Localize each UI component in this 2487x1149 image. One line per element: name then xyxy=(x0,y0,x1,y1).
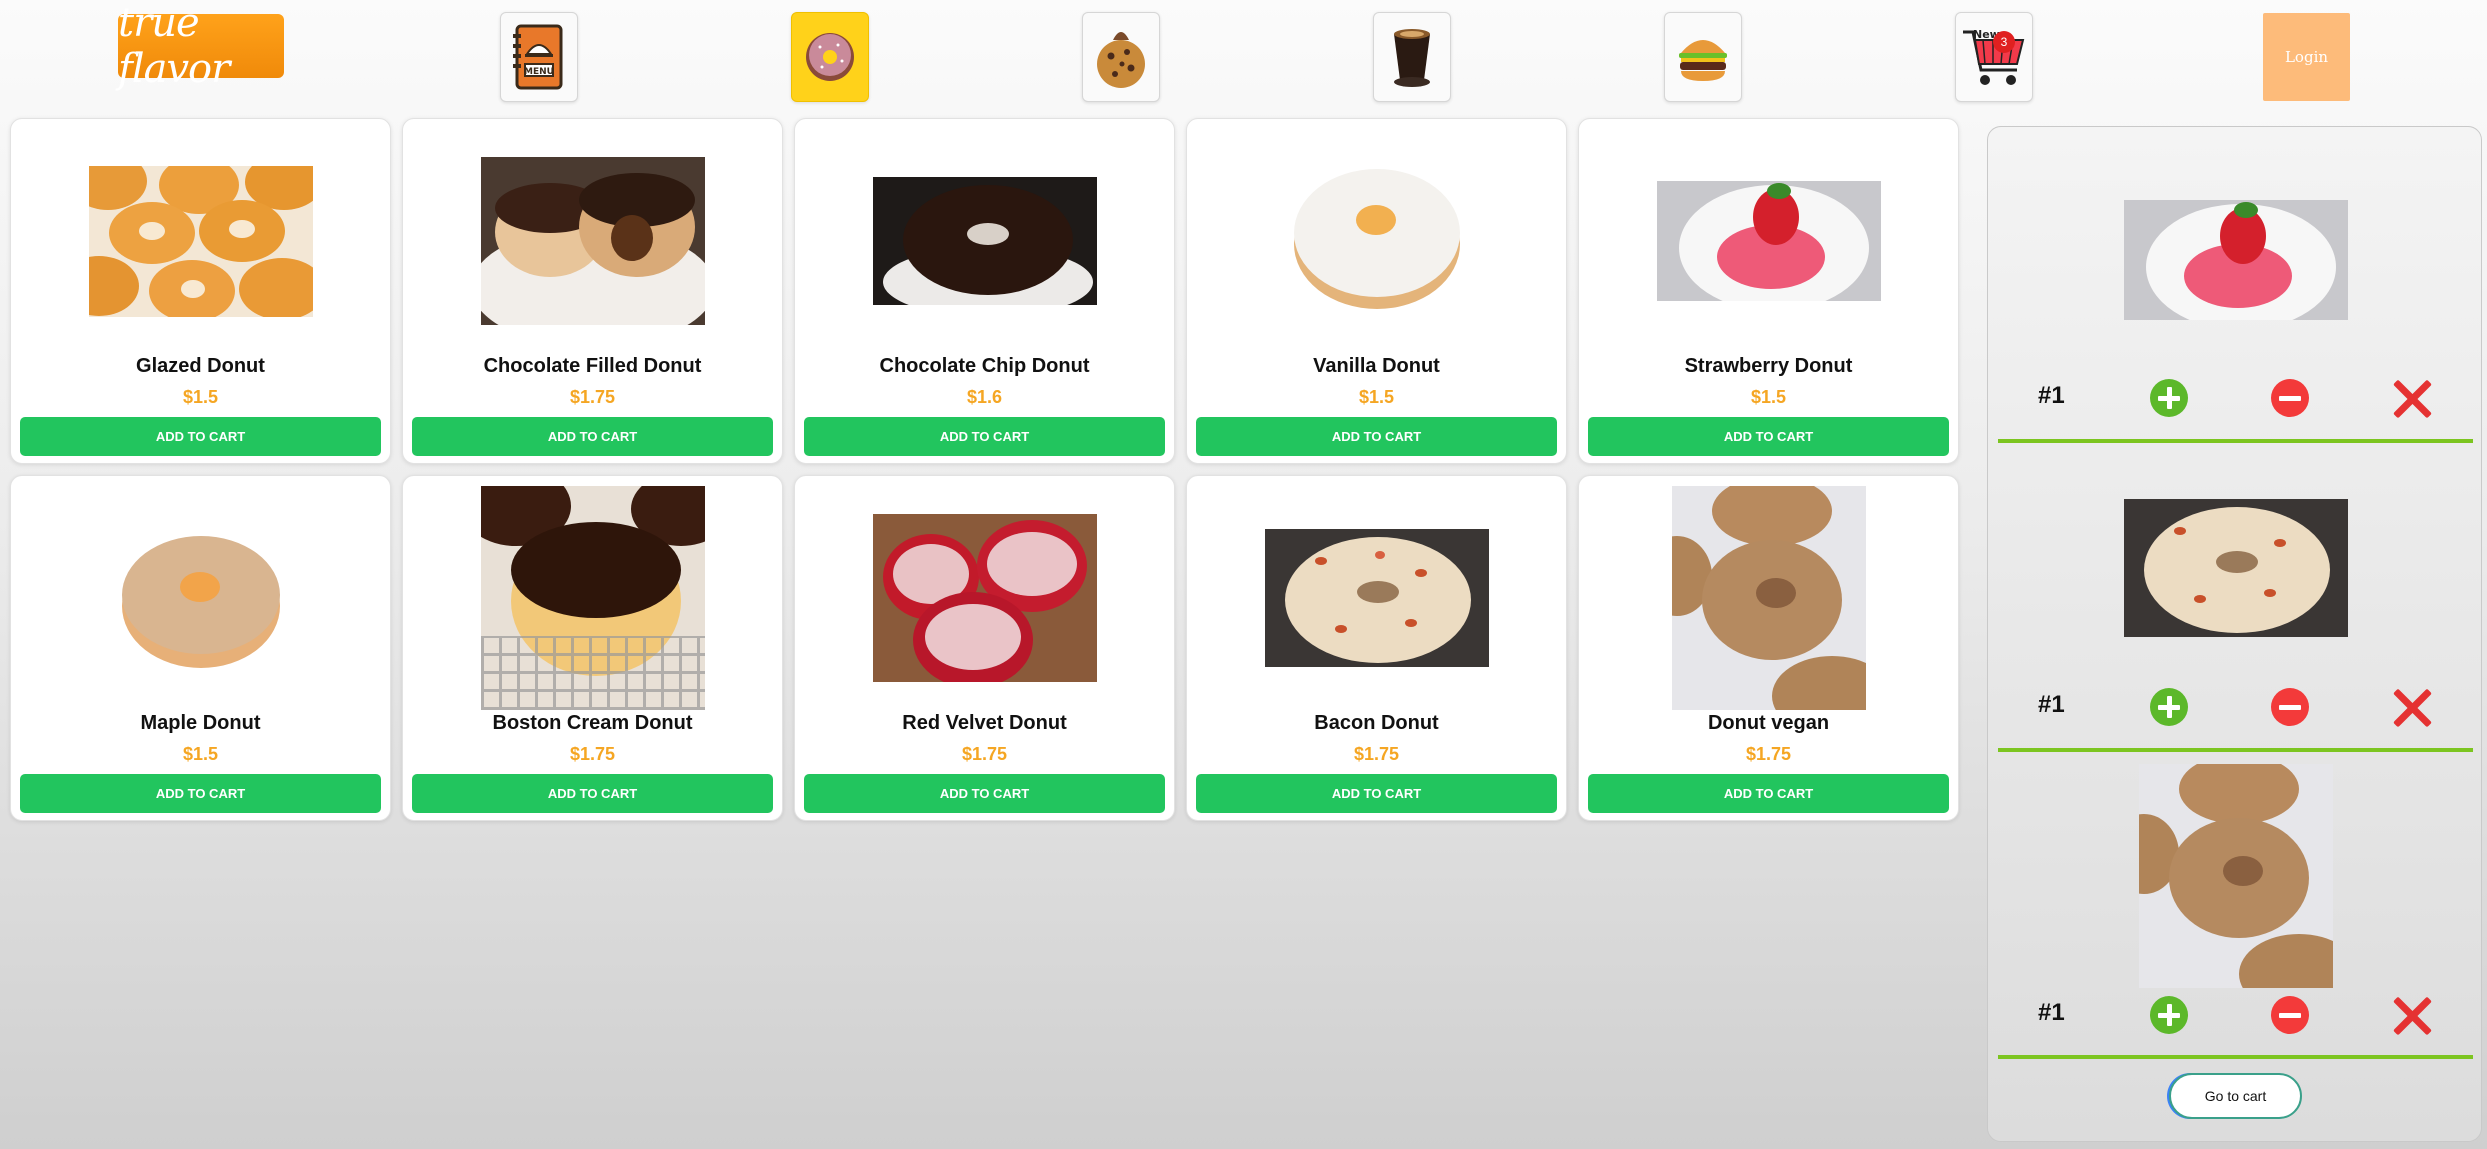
increase-quantity-button[interactable] xyxy=(2150,379,2188,417)
product-name: Chocolate Filled Donut xyxy=(483,355,702,377)
add-to-cart-button[interactable]: ADD TO CART xyxy=(804,774,1165,813)
product-image-red-velvet-donut xyxy=(870,484,1100,712)
decrease-quantity-button[interactable] xyxy=(2271,379,2309,417)
product-price: $1.5 xyxy=(1750,387,1787,407)
product-name: Maple Donut xyxy=(140,712,261,734)
product-name: Glazed Donut xyxy=(136,355,265,377)
decrease-quantity-button[interactable] xyxy=(2271,688,2309,726)
increase-quantity-button[interactable] xyxy=(2150,996,2188,1034)
product-price: $1.75 xyxy=(569,744,616,764)
product-price: $1.75 xyxy=(569,387,616,407)
cart-item-image xyxy=(2138,764,2333,988)
product-card: Glazed Donut $1.5 ADD TO CART xyxy=(10,118,391,464)
add-to-cart-button[interactable]: ADD TO CART xyxy=(1588,774,1949,813)
coffee-icon xyxy=(1394,29,1430,87)
cart-item-quantity: #1 xyxy=(2038,382,2065,409)
cart-item-quantity: #1 xyxy=(2038,691,2065,718)
cart-item-quantity: #1 xyxy=(2038,999,2065,1026)
cookie-icon xyxy=(1097,32,1145,88)
add-to-cart-button[interactable]: ADD TO CART xyxy=(412,417,773,456)
add-to-cart-button[interactable]: ADD TO CART xyxy=(804,417,1165,456)
item-divider xyxy=(1998,1055,2473,1059)
cart-count-badge: 3 xyxy=(1993,31,2015,53)
product-price: $1.5 xyxy=(182,387,219,407)
product-image-vanilla-donut xyxy=(1262,127,1492,355)
product-card: Chocolate Chip Donut $1.6 ADD TO CART xyxy=(794,118,1175,464)
remove-item-icon[interactable] xyxy=(2390,994,2434,1038)
logo-text: true flavor xyxy=(118,0,230,92)
nav-cookie-button[interactable] xyxy=(1082,12,1160,102)
add-to-cart-button[interactable]: ADD TO CART xyxy=(20,417,381,456)
product-card: Vanilla Donut $1.5 ADD TO CART xyxy=(1186,118,1567,464)
go-to-cart-button[interactable]: Go to cart xyxy=(2169,1073,2302,1119)
nav-burger-button[interactable] xyxy=(1664,12,1742,102)
cart-side-panel: #1 #1 #1 Go to cart xyxy=(1987,126,2482,1142)
shopping-cart-icon: New xyxy=(1963,28,2025,85)
product-name: Strawberry Donut xyxy=(1684,355,1853,377)
cart-item-image xyxy=(2123,499,2348,637)
svg-text:MENU: MENU xyxy=(524,67,554,77)
product-price: $1.75 xyxy=(961,744,1008,764)
nav-cart-button[interactable]: New 3 xyxy=(1955,12,2033,102)
cart-item-image xyxy=(2123,200,2348,320)
product-price: $1.5 xyxy=(182,744,219,764)
decrease-quantity-button[interactable] xyxy=(2271,996,2309,1034)
product-image-chocolate-chip-donut xyxy=(870,127,1100,355)
nav-menu-button[interactable]: MENU xyxy=(500,12,578,102)
add-to-cart-button[interactable]: ADD TO CART xyxy=(1588,417,1949,456)
item-divider xyxy=(1998,748,2473,752)
product-image-boston-cream-donut xyxy=(478,484,708,712)
nav-donut-button[interactable] xyxy=(791,12,869,102)
product-name: Chocolate Chip Donut xyxy=(879,355,1090,377)
true-flavor-logo[interactable]: true flavor xyxy=(118,0,284,92)
product-card: Bacon Donut $1.75 ADD TO CART xyxy=(1186,475,1567,821)
product-price: $1.75 xyxy=(1353,744,1400,764)
add-to-cart-button[interactable]: ADD TO CART xyxy=(20,774,381,813)
top-nav-bar: true flavor MENU New 3 Login xyxy=(0,0,2487,112)
product-name: Red Velvet Donut xyxy=(902,712,1067,734)
add-to-cart-button[interactable]: ADD TO CART xyxy=(1196,417,1557,456)
product-price: $1.5 xyxy=(1358,387,1395,407)
donut-icon xyxy=(806,33,854,81)
product-image-chocolate-filled-donut xyxy=(478,127,708,355)
product-name: Vanilla Donut xyxy=(1313,355,1440,377)
product-grid: Glazed Donut $1.5 ADD TO CART Chocolate … xyxy=(10,118,1959,821)
item-divider xyxy=(1998,439,2473,443)
product-price: $1.6 xyxy=(966,387,1003,407)
product-image-donut-vegan xyxy=(1654,484,1884,712)
add-to-cart-button[interactable]: ADD TO CART xyxy=(1196,774,1557,813)
product-image-glazed-donut xyxy=(86,127,316,355)
product-card: Red Velvet Donut $1.75 ADD TO CART xyxy=(794,475,1175,821)
product-image-maple-donut xyxy=(86,484,316,712)
product-name: Boston Cream Donut xyxy=(492,712,693,734)
product-card: Chocolate Filled Donut $1.75 ADD TO CART xyxy=(402,118,783,464)
remove-item-icon[interactable] xyxy=(2390,686,2434,730)
product-card: Donut vegan $1.75 ADD TO CART xyxy=(1578,475,1959,821)
product-name: Bacon Donut xyxy=(1314,712,1439,734)
increase-quantity-button[interactable] xyxy=(2150,688,2188,726)
product-card: Maple Donut $1.5 ADD TO CART xyxy=(10,475,391,821)
nav-coffee-button[interactable] xyxy=(1373,12,1451,102)
burger-icon xyxy=(1679,40,1727,81)
remove-item-icon[interactable] xyxy=(2390,377,2434,421)
product-image-bacon-donut xyxy=(1262,484,1492,712)
product-price: $1.75 xyxy=(1745,744,1792,764)
add-to-cart-button[interactable]: ADD TO CART xyxy=(412,774,773,813)
product-name: Donut vegan xyxy=(1707,712,1830,734)
product-card: Boston Cream Donut $1.75 ADD TO CART xyxy=(402,475,783,821)
product-card: Strawberry Donut $1.5 ADD TO CART xyxy=(1578,118,1959,464)
product-image-strawberry-donut xyxy=(1654,127,1884,355)
menu-book-icon: MENU xyxy=(513,24,563,90)
login-button[interactable]: Login xyxy=(2263,13,2350,101)
